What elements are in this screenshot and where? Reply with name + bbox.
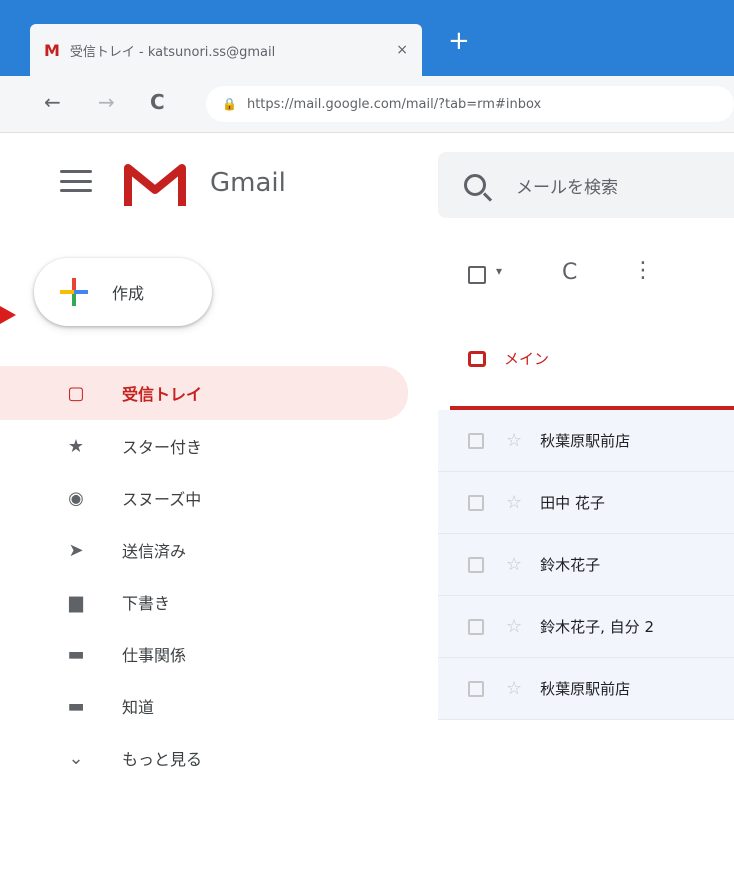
row-checkbox[interactable] (468, 680, 484, 697)
compose-label: 作成 (112, 284, 145, 303)
sidebar-item-sent[interactable]: ➤ 送信済み (0, 524, 420, 576)
sidebar-item-label: 知道 (122, 698, 155, 717)
mail-sender: 秋葉原駅前店 (540, 680, 631, 698)
main-menu-icon[interactable] (60, 170, 92, 192)
sidebar-item-label: 仕事関係 (122, 646, 187, 665)
new-tab-button[interactable]: + (448, 28, 470, 54)
send-icon: ➤ (68, 539, 84, 561)
address-bar: ← → C 🔒 https://mail.google.com/mail/?ta… (0, 76, 734, 133)
sidebar: ▢ 受信トレイ ★ スター付き ◉ スヌーズ中 ➤ 送信済み ▆ 下書き ▬ 仕… (0, 362, 420, 784)
lock-icon: 🔒 (222, 97, 237, 111)
gmail-logo-icon (124, 164, 186, 206)
row-checkbox[interactable] (468, 556, 484, 573)
sidebar-item-work[interactable]: ▬ 仕事関係 (0, 628, 420, 680)
tab-label: メイン (504, 350, 550, 368)
pointer-arrow-icon (0, 306, 16, 324)
mail-toolbar: ▾ C ⋮ (438, 246, 734, 306)
sidebar-item-label: 下書き (122, 594, 171, 613)
mail-sender: 田中 花子 (540, 494, 605, 512)
forward-arrow-icon[interactable]: → (98, 90, 115, 114)
select-all-checkbox[interactable] (468, 266, 486, 284)
sidebar-item-label: 送信済み (122, 542, 187, 561)
tab-title: 受信トレイ - katsunori.ss@gmail (69, 44, 276, 60)
sidebar-item-friends[interactable]: ▬ 知道 (0, 680, 420, 732)
inbox-icon (468, 350, 486, 367)
refresh-icon[interactable]: C (562, 260, 577, 285)
label-icon: ▬ (67, 695, 85, 717)
sidebar-item-more[interactable]: ⌄ もっと見る (0, 732, 420, 784)
sidebar-item-snoozed[interactable]: ◉ スヌーズ中 (0, 472, 420, 524)
search-input[interactable]: メールを検索 (516, 173, 618, 198)
star-icon[interactable]: ☆ (506, 616, 522, 637)
tab-primary[interactable]: メイン (468, 348, 549, 369)
star-icon: ★ (67, 435, 85, 457)
clock-icon: ◉ (68, 487, 84, 509)
row-checkbox[interactable] (468, 618, 484, 635)
url-field[interactable]: 🔒 https://mail.google.com/mail/?tab=rm#i… (206, 86, 734, 122)
mail-row[interactable]: ☆ 鈴木花子, 自分 2 (438, 596, 734, 658)
mail-row[interactable]: ☆ 秋葉原駅前店 (438, 410, 734, 472)
chevron-down-icon: ⌄ (68, 747, 84, 769)
gmail-brand: Gmail (210, 168, 286, 198)
mail-row[interactable]: ☆ 秋葉原駅前店 (438, 658, 734, 720)
mail-sender: 鈴木花子, 自分 2 (540, 618, 654, 636)
mail-list: ☆ 秋葉原駅前店 ☆ 田中 花子 ☆ 鈴木花子 ☆ 鈴木花子, 自分 2 ☆ 秋… (438, 410, 734, 720)
compose-button[interactable]: 作成 (34, 258, 212, 326)
search-icon[interactable] (464, 174, 486, 196)
mail-row[interactable]: ☆ 鈴木花子 (438, 534, 734, 596)
mail-sender: 秋葉原駅前店 (540, 432, 631, 450)
sidebar-item-label: 受信トレイ (122, 385, 203, 404)
url-text: https://mail.google.com/mail/?tab=rm#inb… (246, 96, 542, 112)
mail-sender: 鈴木花子 (540, 556, 601, 574)
select-options-caret-icon[interactable]: ▾ (496, 264, 502, 278)
gmail-favicon-icon: M (44, 40, 60, 60)
row-checkbox[interactable] (468, 432, 484, 449)
draft-icon: ▆ (69, 591, 83, 613)
category-tabs: メイン (450, 334, 734, 410)
reload-icon[interactable]: C (150, 90, 165, 114)
row-checkbox[interactable] (468, 494, 484, 511)
sidebar-item-inbox[interactable]: ▢ 受信トレイ (0, 366, 408, 420)
star-icon[interactable]: ☆ (506, 554, 522, 575)
back-arrow-icon[interactable]: ← (44, 90, 61, 114)
sidebar-item-drafts[interactable]: ▆ 下書き (0, 576, 420, 628)
sidebar-item-label: もっと見る (122, 750, 203, 769)
mail-row[interactable]: ☆ 田中 花子 (438, 472, 734, 534)
star-icon[interactable]: ☆ (506, 492, 522, 513)
inbox-icon: ▢ (67, 382, 85, 404)
plus-icon (60, 278, 88, 306)
gmail-header: Gmail メールを検索 (0, 132, 734, 236)
sidebar-item-label: スヌーズ中 (122, 490, 202, 509)
sidebar-item-starred[interactable]: ★ スター付き (0, 420, 420, 472)
close-tab-icon[interactable]: × (396, 42, 408, 58)
star-icon[interactable]: ☆ (506, 430, 522, 451)
star-icon[interactable]: ☆ (506, 678, 522, 699)
more-options-icon[interactable]: ⋮ (632, 258, 654, 283)
search-bar[interactable]: メールを検索 (438, 152, 734, 218)
browser-tab[interactable]: M 受信トレイ - katsunori.ss@gmail × (30, 24, 422, 76)
sidebar-item-label: スター付き (122, 438, 203, 457)
browser-tab-bar: M 受信トレイ - katsunori.ss@gmail × + (0, 0, 734, 76)
label-icon: ▬ (67, 643, 85, 665)
